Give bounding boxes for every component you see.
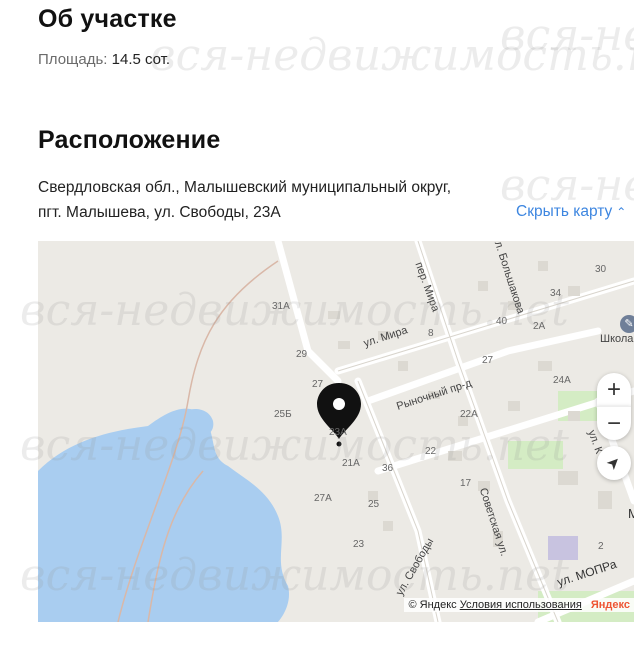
house-number: 25	[368, 499, 380, 510]
terms-link[interactable]: Условия использования	[460, 599, 582, 611]
address-line-2: пгт. Малышева, ул. Свободы, 23А	[38, 204, 281, 221]
hide-map-link[interactable]: Скрыть карту ⌃	[516, 203, 626, 221]
zoom-out-button[interactable]: −	[597, 406, 631, 440]
house-number: 25Б	[274, 409, 292, 420]
watermark: вся-недвижимость.net	[500, 10, 634, 61]
about-section-title: Об участке	[38, 5, 177, 33]
hide-map-label: Скрыть карту	[516, 203, 613, 220]
address: Свердловская обл., Малышевский муниципал…	[38, 175, 508, 225]
house-number: 31А	[272, 301, 290, 312]
park	[508, 441, 563, 469]
house-number: 27	[312, 379, 324, 390]
zoom-in-button[interactable]: +	[597, 373, 631, 406]
map-copyright: © Яндекс Условия использования Яндекс	[404, 598, 634, 612]
address-line-1: Свердловская обл., Малышевский муниципал…	[38, 179, 451, 196]
house-number: 40	[496, 316, 508, 327]
area-label: Площадь:	[38, 51, 108, 68]
house-number: 36	[382, 463, 394, 474]
area-row: Площадь: 14.5 сот.	[38, 51, 170, 68]
house-number: 22А	[460, 409, 478, 420]
geolocation-button[interactable]: ➤	[597, 446, 631, 480]
map[interactable]: ул. Мира пер. Мира Рыночный пр-д ул. Бол…	[38, 241, 634, 622]
house-number: 21А	[342, 458, 360, 469]
house-number: 8	[428, 328, 434, 339]
house-number: 27А	[314, 493, 332, 504]
house-number: 22	[425, 446, 437, 457]
house-number: 2	[598, 541, 604, 552]
house-number: 23А	[329, 427, 347, 438]
school-poi[interactable]: ✎ Школа	[600, 315, 634, 345]
house-number: 17	[460, 478, 472, 489]
copyright-text: © Яндекс	[408, 599, 457, 611]
house-number: 29	[296, 349, 308, 360]
house-number: М	[628, 506, 634, 521]
house-number: 2А	[533, 321, 546, 332]
house-number: 23	[353, 539, 365, 550]
school-label: Школа	[600, 333, 634, 345]
chevron-up-icon: ⌃	[616, 205, 627, 219]
house-number: 27	[482, 355, 494, 366]
school-icon: ✎	[620, 315, 634, 333]
house-number: 30	[595, 264, 607, 275]
area-value: 14.5 сот.	[111, 51, 171, 68]
location-section-title: Расположение	[38, 126, 221, 154]
house-number: 24А	[553, 375, 571, 386]
house-number: 34	[550, 288, 562, 299]
yandex-logo: Яндекс	[590, 599, 630, 611]
geolocation-icon: ➤	[603, 452, 626, 475]
lake	[38, 408, 290, 622]
watermark: вся-недвижимость.net	[150, 30, 634, 81]
